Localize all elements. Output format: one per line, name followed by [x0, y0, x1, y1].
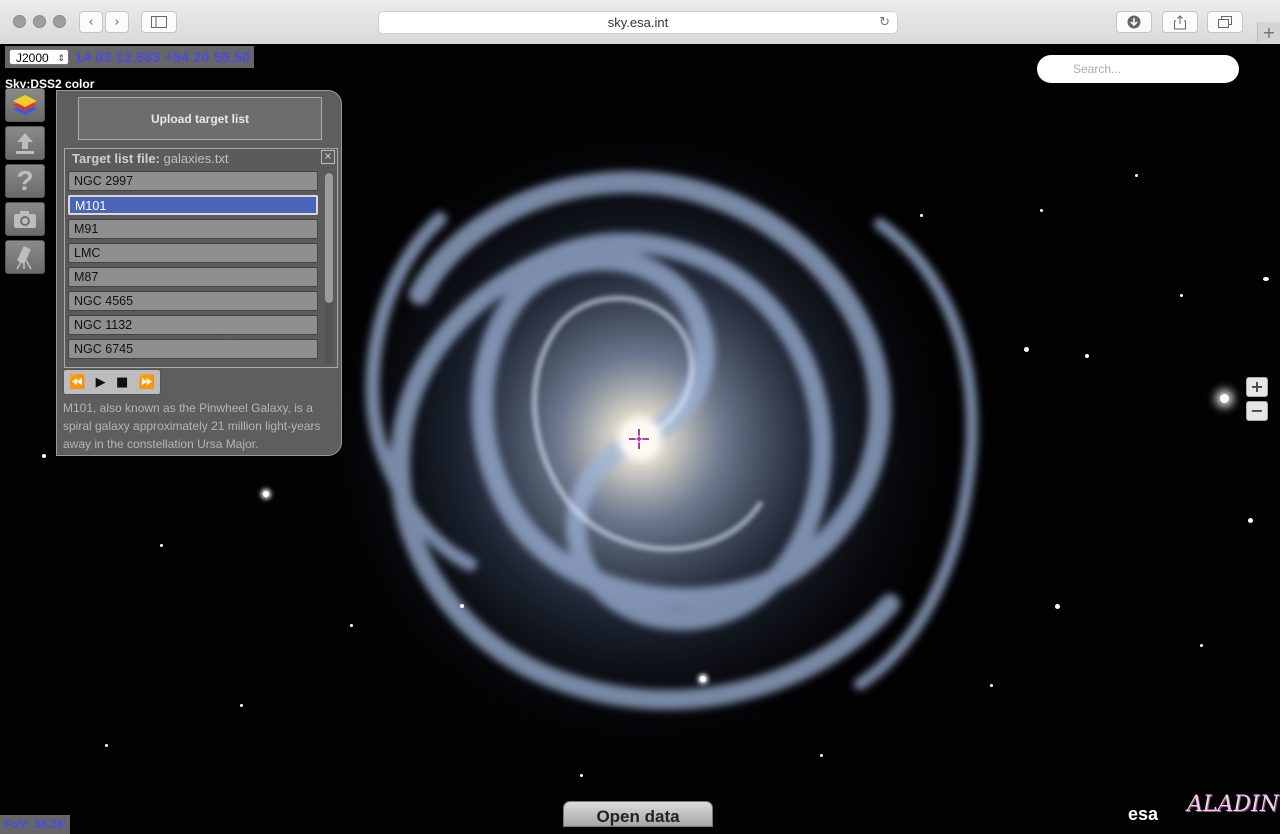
target-list-header: Target list file: galaxies.txt ×: [65, 149, 337, 169]
crosshair-icon: [629, 429, 649, 449]
telescope-icon: [16, 246, 32, 270]
open-data-button[interactable]: Open data: [563, 801, 713, 827]
help-icon: ?: [16, 165, 34, 196]
star: [1024, 347, 1029, 352]
star: [580, 774, 583, 777]
chevron-right-icon: ›: [114, 14, 120, 30]
frame-select[interactable]: J2000 ⇕: [9, 49, 69, 65]
target-description: M101, also known as the Pinwheel Galaxy,…: [63, 401, 321, 451]
target-list: Target list file: galaxies.txt × NGC 299…: [64, 148, 338, 368]
chevron-left-icon: ‹: [88, 14, 94, 30]
back-button[interactable]: ‹: [79, 11, 103, 33]
coordinates-readout: 14 03 12.583 +54 20 55.50: [75, 49, 251, 65]
target-list-panel: Upload target list Target list file: gal…: [56, 90, 342, 456]
address-bar[interactable]: sky.esa.int ↻: [378, 11, 898, 34]
target-list-item[interactable]: NGC 6745: [68, 339, 318, 359]
star: [160, 544, 163, 547]
playback-controls: ⏪ ▶ ■ ⏩: [63, 369, 161, 395]
reload-icon[interactable]: ↻: [879, 12, 890, 33]
list-scrollbar[interactable]: [325, 171, 333, 364]
download-icon: [1127, 15, 1141, 29]
target-list-item[interactable]: M91: [68, 219, 318, 239]
star: [700, 676, 706, 682]
sidebar-button[interactable]: [141, 11, 177, 33]
chevron-updown-icon: ⇕: [57, 53, 65, 63]
zoom-out-button[interactable]: −: [1246, 401, 1268, 421]
star: [1040, 209, 1043, 212]
star: [820, 754, 823, 757]
frame-value: J2000: [16, 51, 49, 65]
target-list-title: Target list file:: [72, 151, 160, 166]
target-list-item[interactable]: M87: [68, 267, 318, 287]
star: [105, 744, 108, 747]
help-button[interactable]: ?: [5, 164, 45, 198]
star: [1200, 644, 1203, 647]
star: [1248, 518, 1253, 523]
zoom-in-button[interactable]: +: [1246, 377, 1268, 397]
star: [350, 624, 353, 627]
layers-button[interactable]: [5, 88, 45, 122]
sidebar-icon: [151, 16, 167, 28]
star: [42, 454, 46, 458]
url-text: sky.esa.int: [607, 15, 669, 30]
fast-forward-icon[interactable]: ⏩: [139, 375, 155, 390]
upload-target-list-button[interactable]: Upload target list: [78, 97, 322, 140]
browser-toolbar: ‹ › sky.esa.int ↻ +: [0, 0, 1280, 45]
scrollbar-thumb[interactable]: [325, 173, 333, 303]
upload-button[interactable]: [5, 126, 45, 160]
share-icon: [1174, 14, 1186, 29]
rewind-icon[interactable]: ⏪: [69, 375, 85, 390]
fov-readout: FoV: 34.28': [0, 815, 71, 834]
star: [920, 214, 923, 217]
forward-button[interactable]: ›: [105, 11, 129, 33]
telescope-button[interactable]: [5, 240, 45, 274]
target-list-item[interactable]: M101: [68, 195, 318, 215]
tabs-overview-button[interactable]: [1207, 11, 1243, 33]
new-tab-button[interactable]: +: [1257, 22, 1280, 43]
target-list-item[interactable]: NGC 4565: [68, 291, 318, 311]
search-input[interactable]: Search...: [1037, 55, 1239, 83]
star: [1135, 174, 1138, 177]
share-button[interactable]: [1162, 11, 1198, 33]
star: [1180, 294, 1183, 297]
target-list-item[interactable]: NGC 1132: [68, 315, 318, 335]
target-list-filename: galaxies.txt: [163, 151, 229, 166]
screenshot-button[interactable]: [5, 202, 45, 236]
target-list-item[interactable]: LMC: [68, 243, 318, 263]
layers-icon: [13, 95, 37, 115]
close-window-button[interactable]: [13, 15, 26, 28]
star: [1263, 277, 1269, 281]
aladin-logo: ALADIN: [1187, 792, 1279, 817]
minimize-window-button[interactable]: [33, 15, 46, 28]
play-icon[interactable]: ▶: [96, 375, 106, 390]
upload-icon: [16, 133, 34, 154]
downloads-button[interactable]: [1116, 11, 1152, 33]
coordinates-bar: J2000 ⇕ 14 03 12.583 +54 20 55.50: [5, 46, 255, 68]
star: [1085, 354, 1089, 358]
star: [990, 684, 993, 687]
star: [263, 491, 269, 497]
close-icon[interactable]: ×: [321, 150, 335, 164]
star: [1220, 394, 1229, 403]
esa-logo: esa: [1128, 804, 1159, 824]
aladin-toolbar: ?: [5, 88, 47, 278]
tabs-icon: [1218, 16, 1232, 28]
star: [240, 704, 243, 707]
target-list-item[interactable]: NGC 2997: [68, 171, 318, 191]
star: [1055, 604, 1060, 609]
zoom-window-button[interactable]: [53, 15, 66, 28]
star: [460, 604, 464, 608]
stop-icon[interactable]: ■: [116, 375, 128, 390]
camera-icon: [14, 211, 36, 228]
